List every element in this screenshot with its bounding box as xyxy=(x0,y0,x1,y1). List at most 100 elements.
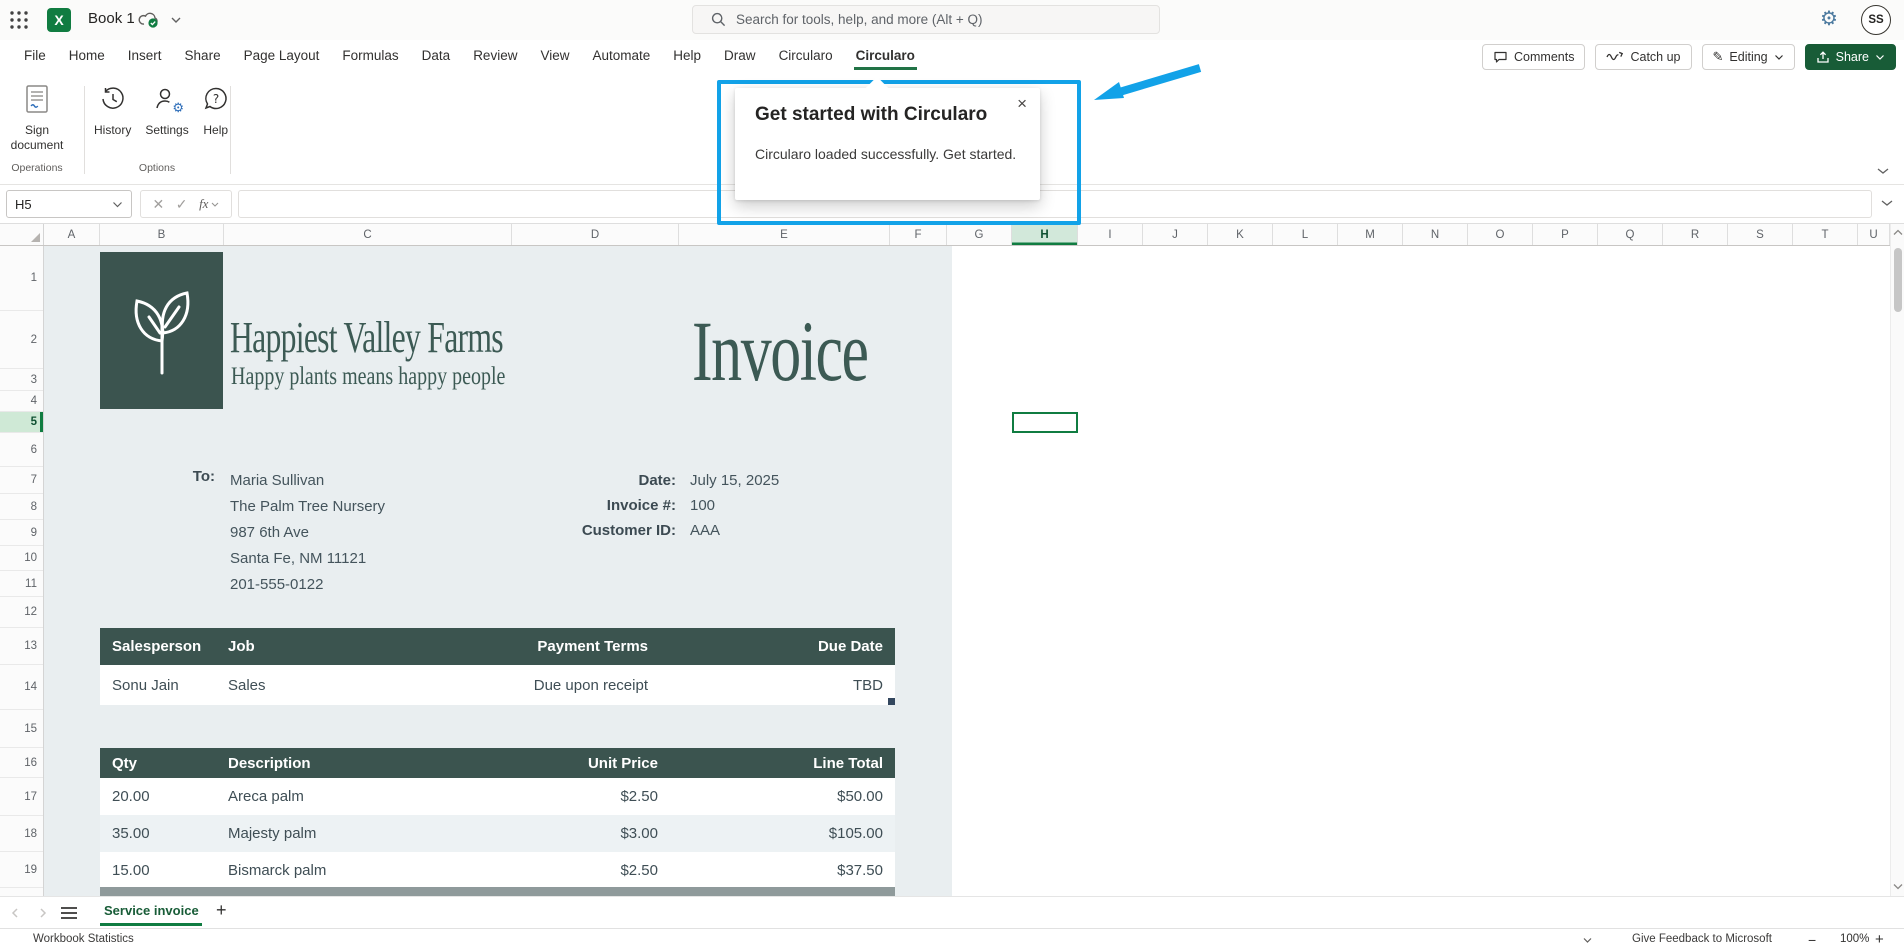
workbook-title-chevron-icon[interactable] xyxy=(170,15,182,25)
menu-item-automate[interactable]: Automate xyxy=(592,48,650,63)
menu-item-home[interactable]: Home xyxy=(69,48,105,63)
excel-app-icon[interactable]: X xyxy=(47,8,71,32)
sales-table-cell[interactable]: Due upon receipt xyxy=(534,665,648,705)
comments-button[interactable]: Comments xyxy=(1482,44,1585,70)
status-chevron-down-icon[interactable] xyxy=(1583,937,1592,944)
column-header-E[interactable]: E xyxy=(679,224,890,245)
column-header-I[interactable]: I xyxy=(1078,224,1143,245)
sign-document-button[interactable]: Sign document xyxy=(6,84,68,153)
column-header-P[interactable]: P xyxy=(1533,224,1598,245)
menu-item-data[interactable]: Data xyxy=(422,48,451,63)
menu-item-help[interactable]: Help xyxy=(673,48,701,63)
history-button[interactable]: History xyxy=(92,86,133,137)
column-header-K[interactable]: K xyxy=(1208,224,1273,245)
items-table-cell[interactable]: Line Total xyxy=(813,748,883,778)
items-table-cell[interactable]: Areca palm xyxy=(228,778,304,815)
search-input[interactable]: Search for tools, help, and more (Alt + … xyxy=(692,5,1160,34)
sales-table-cell[interactable]: Sales xyxy=(228,665,266,705)
ribbon-collapse-chevron-icon[interactable] xyxy=(1876,166,1890,176)
row-header-13[interactable]: 13 xyxy=(0,628,43,665)
sales-table-row[interactable]: Sonu JainSalesDue upon receiptTBD xyxy=(100,665,895,705)
chevron-down-icon[interactable] xyxy=(112,200,123,209)
items-table-cell[interactable]: $2.50 xyxy=(620,852,658,888)
items-table-header-row[interactable]: QtyDescriptionUnit PriceLine Total xyxy=(100,748,895,778)
zoom-in-button[interactable]: + xyxy=(1875,931,1884,948)
workbook-statistics-button[interactable]: Workbook Statistics xyxy=(33,933,134,945)
items-table-cell[interactable]: Unit Price xyxy=(588,748,658,778)
row-header-10[interactable]: 10 xyxy=(0,546,43,571)
items-table-row[interactable]: 15.00Bismarck palm$2.50$37.50 xyxy=(100,852,895,888)
share-button[interactable]: Share xyxy=(1805,44,1896,70)
account-avatar[interactable]: SS xyxy=(1861,5,1891,35)
row-header-3[interactable]: 3 xyxy=(0,369,43,391)
row-header-4[interactable]: 4 xyxy=(0,391,43,412)
items-table-cell[interactable]: $37.50 xyxy=(837,852,883,888)
row-header-1[interactable]: 1 xyxy=(0,246,43,311)
settings-gear-icon[interactable]: ⚙ xyxy=(1820,9,1838,29)
column-header-Q[interactable]: Q xyxy=(1598,224,1663,245)
selected-cell-H5[interactable] xyxy=(1012,412,1078,433)
column-header-A[interactable]: A xyxy=(44,224,100,245)
column-header-B[interactable]: B xyxy=(100,224,224,245)
items-table-row[interactable]: 35.00 Majesty palm $3.00 $105.00 xyxy=(100,815,895,852)
items-table-row[interactable]: 20.00Areca palm$2.50$50.00 xyxy=(100,778,895,815)
column-header-M[interactable]: M xyxy=(1338,224,1403,245)
row-header-5[interactable]: 5 xyxy=(0,412,43,433)
sales-table-cell[interactable]: Salesperson xyxy=(112,628,201,665)
row-header-6[interactable]: 6 xyxy=(0,433,43,467)
catch-up-button[interactable]: Catch up xyxy=(1595,44,1691,70)
formula-bar-expand-chevron-icon[interactable] xyxy=(1880,198,1894,208)
items-table-cell[interactable]: $3.00 xyxy=(620,815,658,852)
column-header-S[interactable]: S xyxy=(1728,224,1793,245)
select-all-corner[interactable] xyxy=(0,224,44,245)
row-header-2[interactable]: 2 xyxy=(0,311,43,369)
row-header-8[interactable]: 8 xyxy=(0,494,43,520)
close-icon[interactable]: × xyxy=(1017,94,1027,114)
menu-item-review[interactable]: Review xyxy=(473,48,517,63)
menu-item-insert[interactable]: Insert xyxy=(128,48,162,63)
column-header-H[interactable]: H xyxy=(1012,224,1078,245)
items-table-cell[interactable]: Qty xyxy=(112,748,137,778)
scroll-down-icon[interactable] xyxy=(1892,882,1904,891)
row-header-15[interactable]: 15 xyxy=(0,710,43,748)
sheet-canvas[interactable]: Happiest Valley Farms Happy plants means… xyxy=(44,246,1890,896)
app-launcher-waffle-icon[interactable] xyxy=(10,11,28,29)
column-header-J[interactable]: J xyxy=(1143,224,1208,245)
items-table-cell[interactable]: 15.00 xyxy=(112,852,150,888)
scrollbar-thumb[interactable] xyxy=(1894,248,1902,312)
prev-sheet-icon[interactable] xyxy=(10,907,20,919)
next-sheet-icon[interactable] xyxy=(38,907,48,919)
menu-item-page-layout[interactable]: Page Layout xyxy=(244,48,320,63)
menu-item-view[interactable]: View xyxy=(540,48,569,63)
column-header-T[interactable]: T xyxy=(1793,224,1858,245)
row-header-16[interactable]: 16 xyxy=(0,748,43,778)
column-header-O[interactable]: O xyxy=(1468,224,1533,245)
menu-item-circularo[interactable]: Circularo xyxy=(779,48,833,63)
zoom-level[interactable]: 100% xyxy=(1840,933,1869,945)
sales-table-cell[interactable]: TBD xyxy=(853,665,883,705)
sales-table-header-row[interactable]: SalespersonJobPayment TermsDue Date xyxy=(100,628,895,665)
menu-item-draw[interactable]: Draw xyxy=(724,48,756,63)
items-table-cell[interactable]: 20.00 xyxy=(112,778,150,815)
add-sheet-button[interactable]: + xyxy=(216,900,227,921)
vertical-scrollbar[interactable] xyxy=(1890,224,1904,896)
items-table-cell[interactable]: $105.00 xyxy=(829,815,883,852)
row-header-11[interactable]: 11 xyxy=(0,571,43,597)
zoom-out-button[interactable]: − xyxy=(1808,932,1816,948)
row-header-14[interactable]: 14 xyxy=(0,665,43,710)
enter-icon[interactable]: ✓ xyxy=(176,196,188,213)
row-header-9[interactable]: 9 xyxy=(0,520,43,546)
row-header-19[interactable]: 19 xyxy=(0,852,43,888)
sheet-tab-service-invoice[interactable]: Service invoice xyxy=(104,903,199,918)
workbook-title[interactable]: Book 1 xyxy=(88,10,135,27)
help-button[interactable]: ? Help xyxy=(201,86,231,137)
items-table-cell[interactable]: Majesty palm xyxy=(228,815,316,852)
row-header-17[interactable]: 17 xyxy=(0,778,43,816)
column-header-R[interactable]: R xyxy=(1663,224,1728,245)
sales-table-cell[interactable]: Job xyxy=(228,628,255,665)
items-table-cell[interactable]: 35.00 xyxy=(112,815,150,852)
row-header-18[interactable]: 18 xyxy=(0,816,43,852)
column-header-C[interactable]: C xyxy=(224,224,512,245)
menu-item-file[interactable]: File xyxy=(24,48,46,63)
sales-table-cell[interactable]: Due Date xyxy=(818,628,883,665)
